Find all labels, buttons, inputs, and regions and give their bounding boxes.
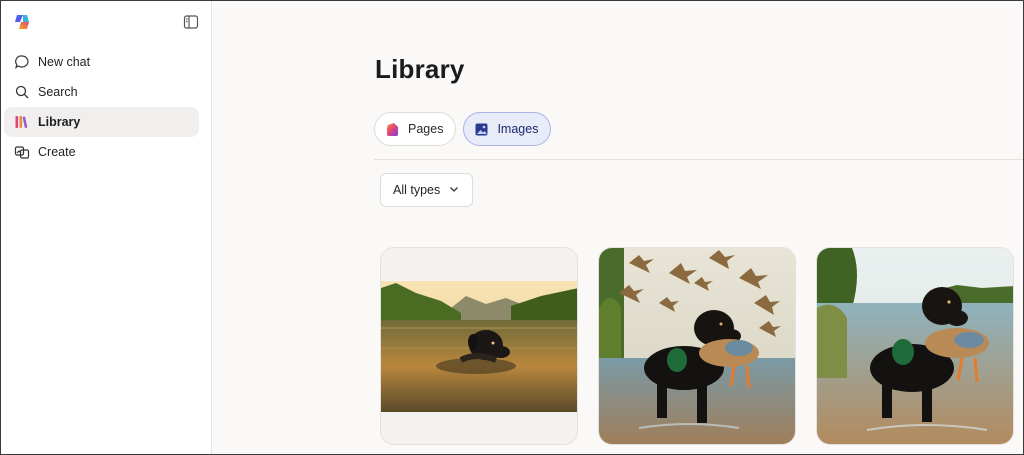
- create-icon: [14, 144, 30, 160]
- sidebar-item-create[interactable]: Create: [4, 137, 199, 167]
- tab-label: Images: [497, 122, 539, 136]
- page-title: Library: [375, 54, 465, 84]
- sidebar-item-label: New chat: [38, 55, 91, 69]
- image-card[interactable]: [380, 247, 578, 445]
- main-content: Library Pages Images All types: [212, 1, 1023, 454]
- divider: [374, 159, 1023, 160]
- sidebar: New chat Search Library Create: [1, 1, 212, 454]
- images-icon: [474, 122, 489, 137]
- filter-label: All types: [393, 183, 441, 197]
- chevron-down-icon: [448, 183, 460, 198]
- chat-bubble-icon: [14, 54, 30, 70]
- pages-icon: [385, 122, 400, 137]
- sidebar-nav: New chat Search Library Create: [4, 47, 199, 167]
- image-card[interactable]: [816, 247, 1014, 445]
- sidebar-item-label: Search: [38, 85, 78, 99]
- tab-pages[interactable]: Pages: [374, 112, 457, 146]
- image-gallery: [380, 247, 1014, 445]
- dog-swimming-image: [381, 248, 577, 444]
- copilot-logo-icon[interactable]: [13, 13, 31, 31]
- sidebar-item-library[interactable]: Library: [4, 107, 199, 137]
- sidebar-item-search[interactable]: Search: [4, 77, 199, 107]
- sidebar-item-new-chat[interactable]: New chat: [4, 47, 199, 77]
- image-card[interactable]: [598, 247, 796, 445]
- library-tabs: Pages Images: [374, 112, 552, 146]
- sidebar-item-label: Library: [38, 115, 81, 129]
- dog-with-duck-flying-image: [599, 248, 795, 444]
- tab-label: Pages: [408, 122, 444, 136]
- app-window: New chat Search Library Create Library P…: [0, 0, 1024, 455]
- type-filter-dropdown[interactable]: All types: [380, 173, 474, 207]
- tab-images[interactable]: Images: [463, 112, 552, 146]
- search-icon: [14, 84, 30, 100]
- sidebar-toggle-icon[interactable]: [183, 14, 199, 30]
- dog-with-duck-water-image: [817, 248, 1013, 444]
- library-icon: [14, 114, 30, 130]
- sidebar-item-label: Create: [38, 145, 76, 159]
